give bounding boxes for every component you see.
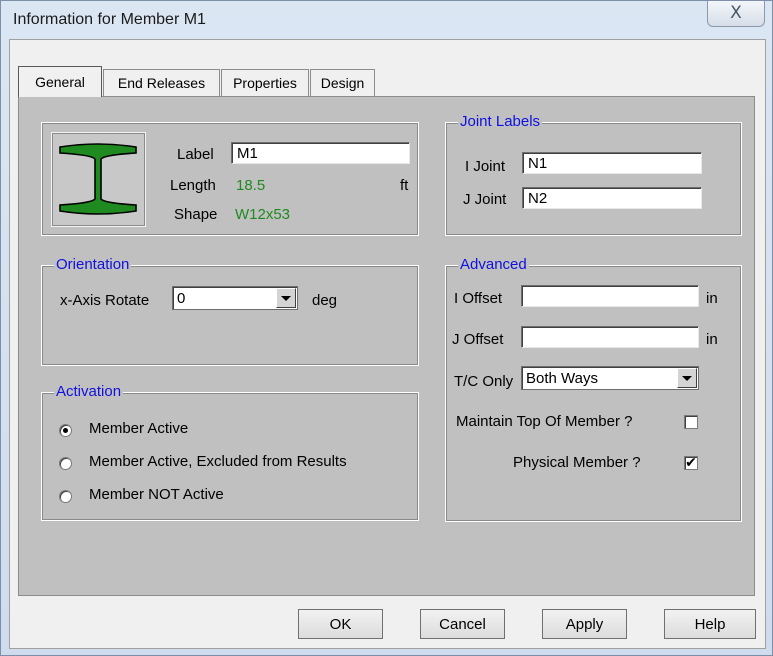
length-unit: ft bbox=[400, 177, 409, 194]
window-title: Information for Member M1 bbox=[13, 11, 206, 28]
joint-labels-group: Joint Labels bbox=[445, 113, 742, 236]
member-not-active-radio[interactable] bbox=[59, 490, 72, 503]
i-offset-caption: I Offset bbox=[454, 290, 503, 307]
check-icon: ✔ bbox=[685, 455, 697, 471]
tab-design[interactable]: Design bbox=[310, 69, 375, 96]
member-active-radio[interactable] bbox=[59, 424, 72, 437]
j-offset-input[interactable] bbox=[521, 326, 699, 348]
help-button[interactable]: Help bbox=[664, 609, 756, 639]
chevron-down-icon[interactable] bbox=[276, 288, 296, 308]
j-offset-caption: J Offset bbox=[452, 331, 504, 348]
title-bar[interactable]: Information for Member M1 X bbox=[1, 1, 772, 39]
chevron-down-icon[interactable] bbox=[677, 368, 697, 388]
physical-member-caption: Physical Member ? bbox=[513, 454, 641, 471]
activation-title: Activation bbox=[54, 383, 124, 400]
x-axis-rotate-value: 0 bbox=[177, 290, 186, 307]
tab-general[interactable]: General bbox=[18, 66, 102, 97]
label-input[interactable]: M1 bbox=[231, 142, 410, 164]
member-active-excluded-label[interactable]: Member Active, Excluded from Results bbox=[89, 453, 347, 470]
tab-end-releases[interactable]: End Releases bbox=[103, 69, 220, 96]
member-shape-preview bbox=[51, 132, 146, 227]
physical-member-checkbox[interactable]: ✔ bbox=[684, 456, 698, 470]
shape-value: W12x53 bbox=[235, 206, 291, 223]
rotate-unit: deg bbox=[312, 292, 338, 309]
member-active-excluded-radio[interactable] bbox=[59, 457, 72, 470]
tc-only-caption: T/C Only bbox=[454, 373, 514, 390]
close-button[interactable]: X bbox=[707, 1, 765, 27]
length-value: 18.5 bbox=[236, 177, 266, 194]
i-joint-caption: I Joint bbox=[465, 158, 506, 175]
tc-only-select[interactable]: Both Ways bbox=[521, 366, 699, 390]
maintain-top-caption: Maintain Top Of Member ? bbox=[456, 413, 633, 430]
advanced-title: Advanced bbox=[458, 256, 529, 273]
i-joint-input[interactable]: N1 bbox=[522, 152, 702, 174]
shape-caption: Shape bbox=[174, 206, 218, 223]
tc-only-value: Both Ways bbox=[526, 370, 598, 387]
apply-button[interactable]: Apply bbox=[542, 609, 627, 639]
maintain-top-checkbox[interactable] bbox=[684, 415, 698, 429]
tab-properties[interactable]: Properties bbox=[221, 69, 309, 96]
orientation-group: Orientation bbox=[41, 256, 419, 366]
length-caption: Length bbox=[170, 177, 216, 194]
j-joint-caption: J Joint bbox=[463, 191, 507, 208]
member-active-label[interactable]: Member Active bbox=[89, 420, 188, 437]
i-offset-unit: in bbox=[706, 290, 718, 307]
x-axis-rotate-select[interactable]: 0 bbox=[172, 286, 298, 310]
label-caption: Label bbox=[177, 146, 214, 163]
orientation-title: Orientation bbox=[54, 256, 132, 273]
j-joint-input[interactable]: N2 bbox=[522, 187, 702, 209]
x-axis-rotate-caption: x-Axis Rotate bbox=[60, 292, 150, 309]
member-not-active-label[interactable]: Member NOT Active bbox=[89, 486, 224, 503]
close-icon: X bbox=[730, 3, 742, 23]
j-offset-unit: in bbox=[706, 331, 718, 348]
ok-button[interactable]: OK bbox=[298, 609, 383, 639]
cancel-button[interactable]: Cancel bbox=[420, 609, 505, 639]
i-offset-input[interactable] bbox=[521, 285, 699, 307]
joint-labels-title: Joint Labels bbox=[458, 113, 543, 130]
i-beam-icon bbox=[59, 143, 137, 215]
